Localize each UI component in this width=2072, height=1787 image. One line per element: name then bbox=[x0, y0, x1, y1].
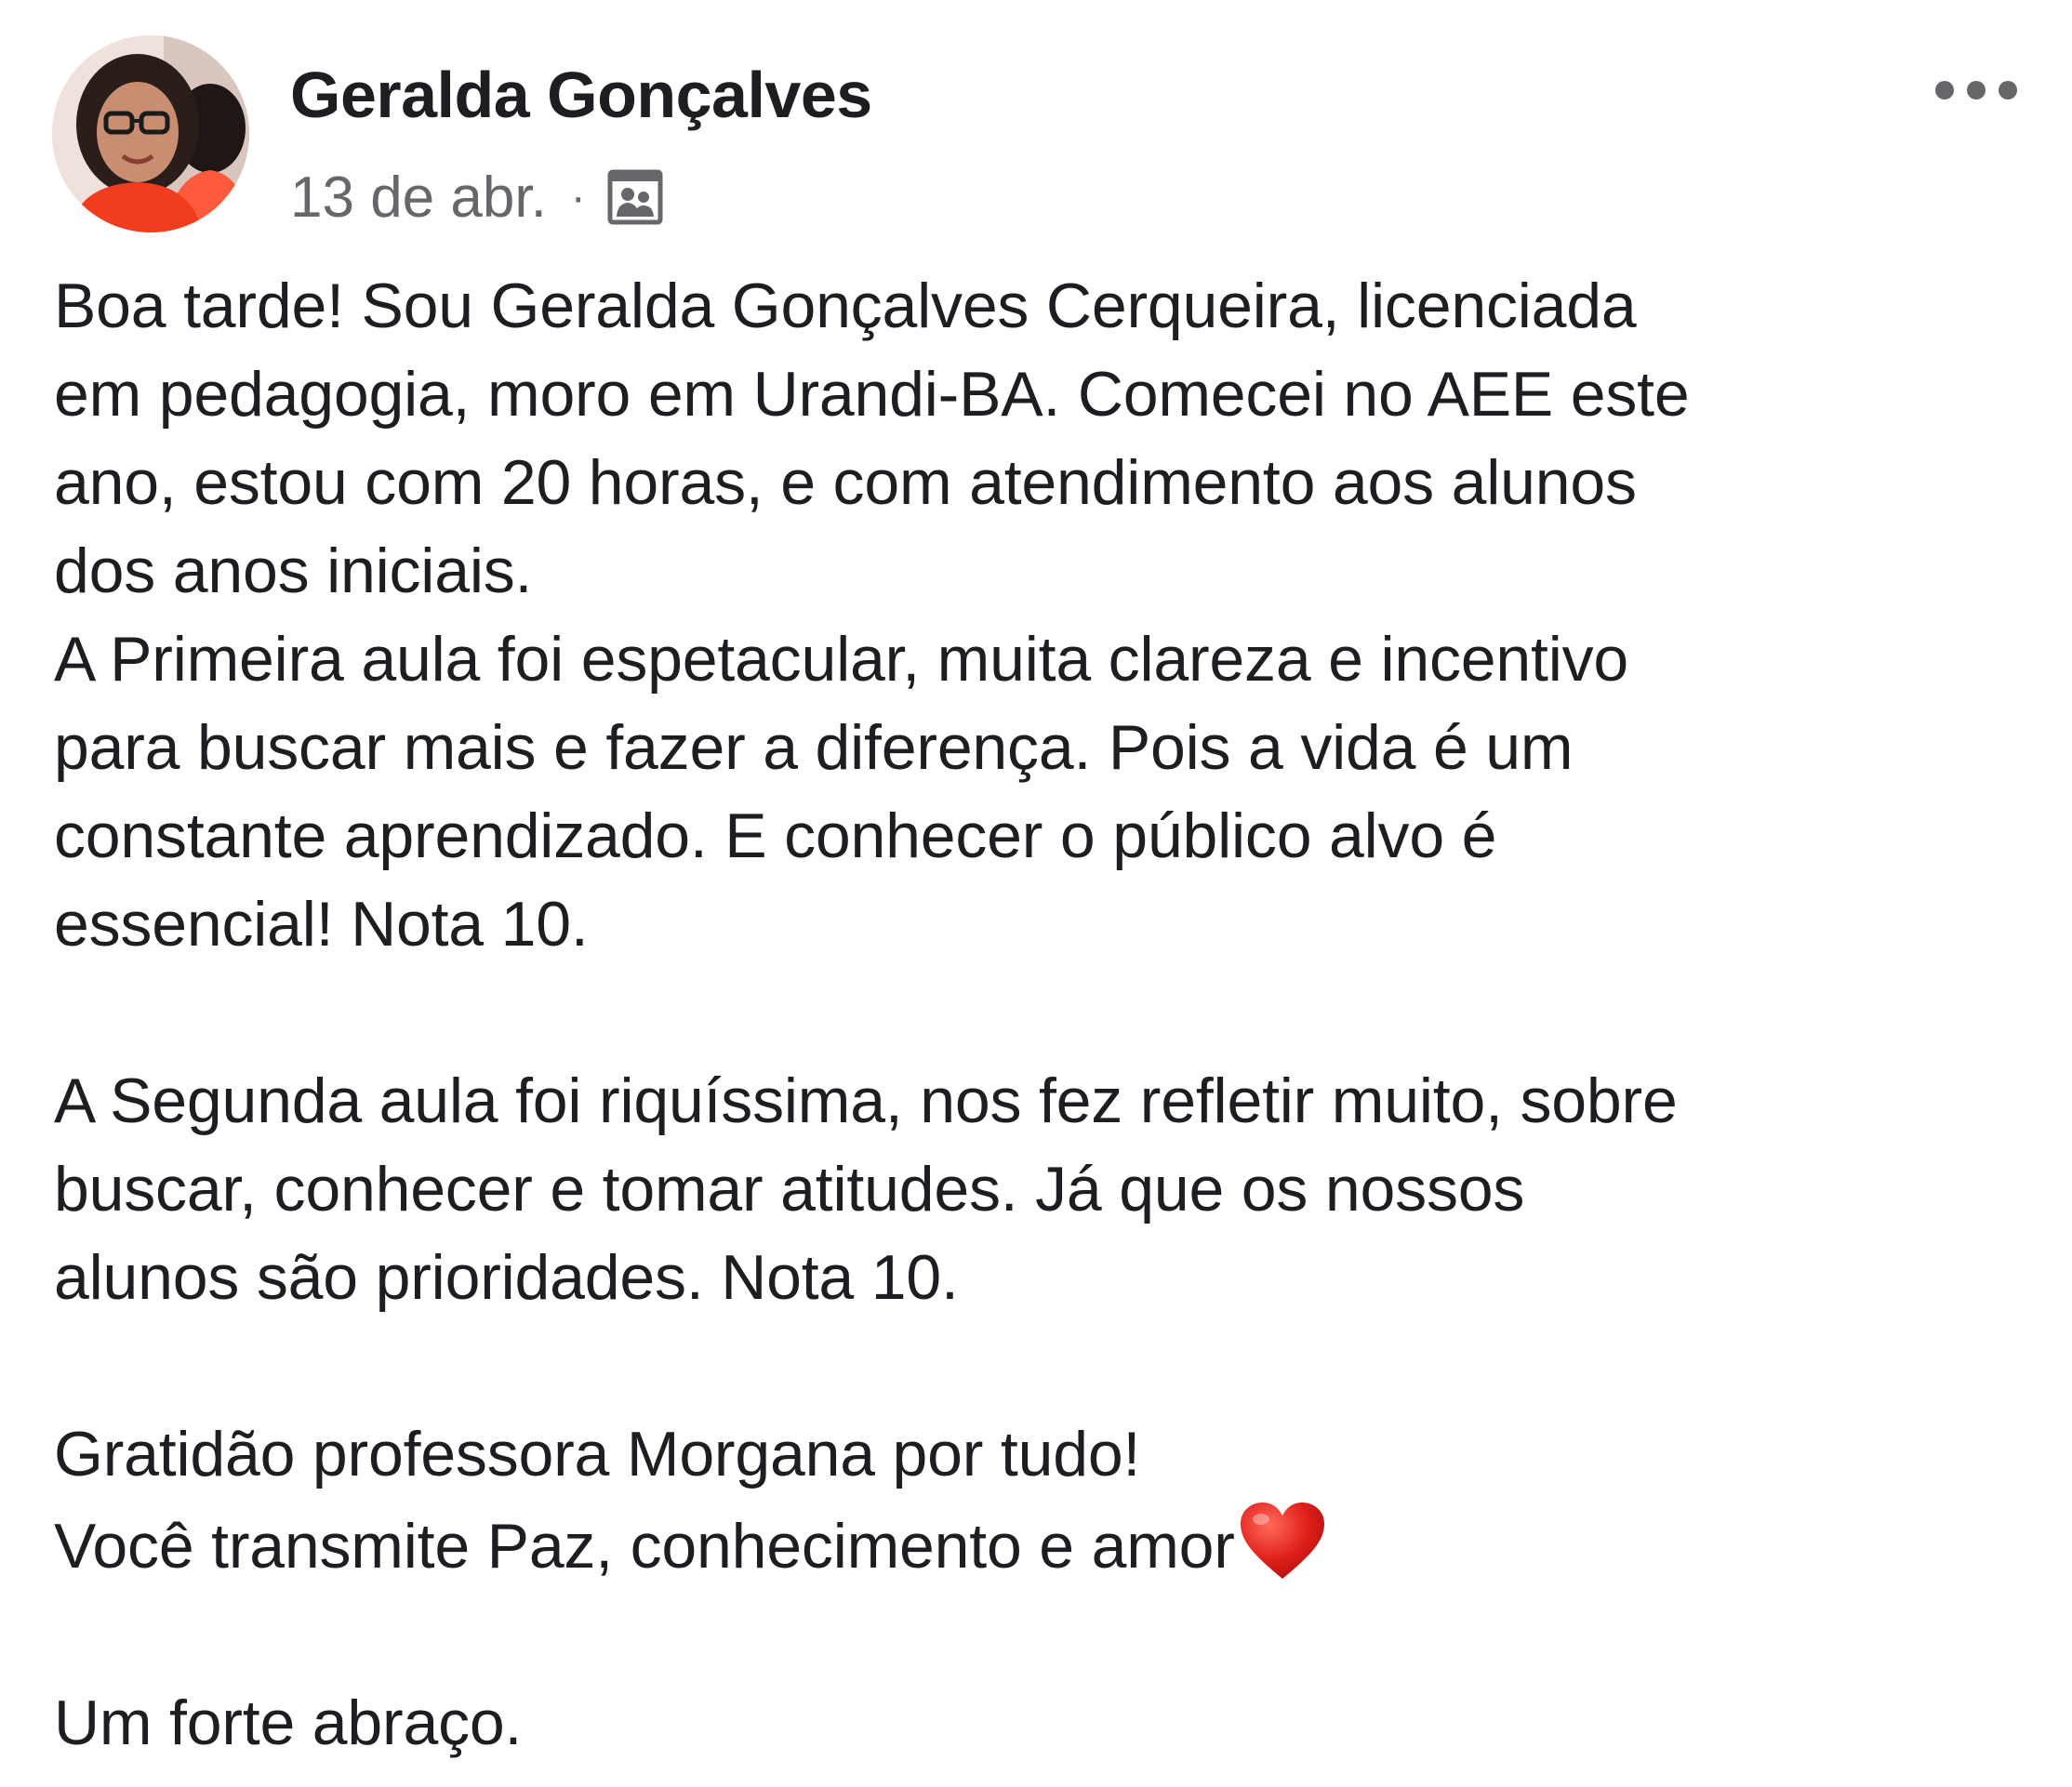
post-timestamp[interactable]: 13 de abr. bbox=[290, 165, 547, 231]
post-meta: 13 de abr. · bbox=[290, 160, 664, 234]
post-paragraph-3-line-2: Você transmite Paz, conhecimento e amor bbox=[54, 1511, 1235, 1582]
post-paragraph-2: A Segunda aula foi riquíssima, nos fez r… bbox=[54, 1066, 1678, 1313]
post-paragraph-3-line-1: Gratidão professora Morgana por tudo! bbox=[54, 1419, 1141, 1489]
post-paragraph-1: Boa tarde! Sou Geralda Gonçalves Cerquei… bbox=[54, 271, 1690, 960]
author-avatar[interactable] bbox=[52, 35, 249, 232]
avatar-photo-icon bbox=[52, 35, 249, 232]
more-options-button[interactable] bbox=[1925, 67, 2027, 113]
post-text: Boa tarde! Sou Geralda Gonçalves Cerquei… bbox=[54, 262, 2035, 1767]
author-name[interactable]: Geralda Gonçalves bbox=[290, 58, 872, 132]
friends-audience-icon[interactable] bbox=[606, 168, 664, 226]
heart-icon bbox=[1237, 1499, 1328, 1582]
more-options-icon bbox=[1935, 81, 2017, 99]
meta-separator: · bbox=[570, 172, 586, 222]
post-closing: Um forte abraço. bbox=[54, 1688, 523, 1758]
post-card: Geralda Gonçalves 13 de abr. · Boa tarde… bbox=[0, 0, 2072, 1787]
